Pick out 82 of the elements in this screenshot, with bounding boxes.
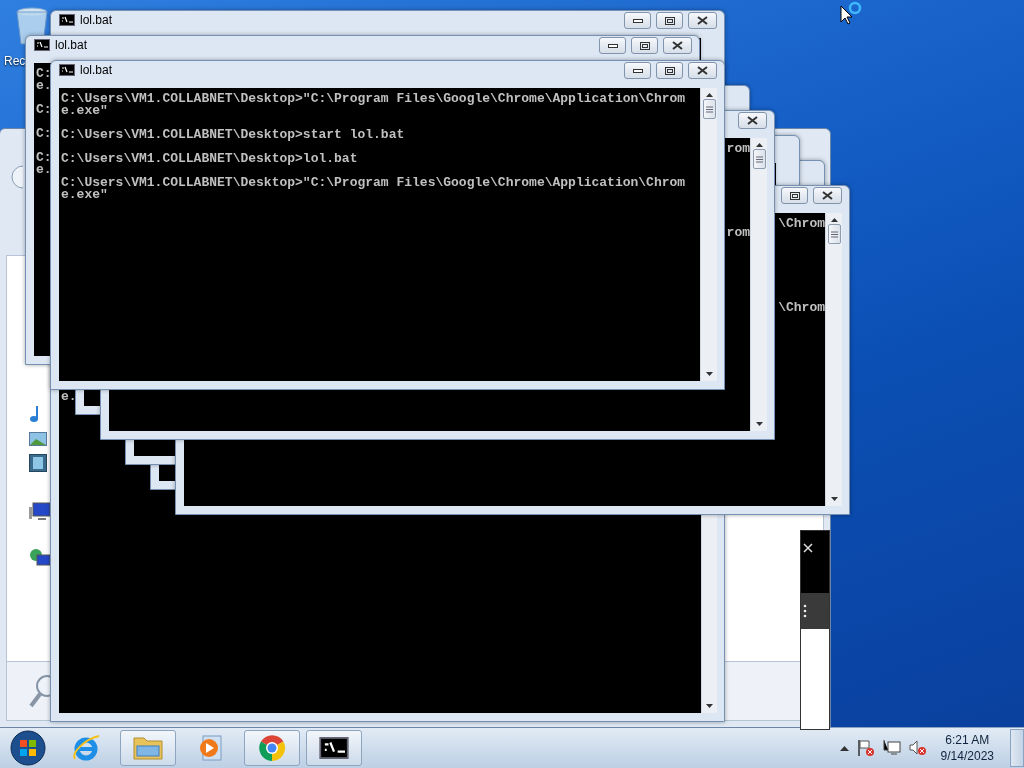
terminal-icon bbox=[59, 14, 75, 26]
console-line: \Chrom bbox=[778, 302, 825, 314]
window-title: lol.bat bbox=[80, 62, 113, 78]
scroll-up-icon[interactable] bbox=[755, 143, 763, 147]
start-orb-icon bbox=[10, 730, 46, 766]
console-line: C: bbox=[36, 68, 52, 80]
console-line: C:\Users\VM1.COLLABNET\Desktop>start lol.bat bbox=[61, 129, 405, 141]
browser-icon bbox=[71, 733, 101, 763]
clock-date[interactable]: 9/14/2023 bbox=[940, 749, 994, 763]
minimize-icon bbox=[607, 43, 618, 48]
scroll-thumb[interactable] bbox=[752, 149, 766, 169]
close-button[interactable] bbox=[738, 112, 767, 129]
show-hidden-icons-button[interactable] bbox=[839, 745, 849, 751]
terminal-icon bbox=[319, 737, 349, 759]
busy-cursor-icon bbox=[839, 0, 863, 26]
close-icon[interactable] bbox=[803, 543, 813, 553]
folder-icon bbox=[132, 734, 164, 762]
console-line: C:\Users\VM1.COLLABNET\Desktop>lol.bat bbox=[61, 153, 358, 165]
network-icon[interactable] bbox=[882, 739, 901, 757]
terminal-icon bbox=[59, 64, 75, 76]
minimize-icon bbox=[632, 18, 643, 23]
console-line: e. bbox=[61, 391, 77, 403]
close-icon bbox=[747, 116, 758, 125]
console-line: C: bbox=[36, 152, 52, 164]
scroll-down-icon[interactable] bbox=[830, 497, 838, 501]
close-button[interactable] bbox=[813, 187, 842, 204]
maximize-icon bbox=[639, 41, 650, 50]
close-icon bbox=[697, 66, 708, 75]
console-line: rom bbox=[726, 227, 750, 239]
desktop-icon-label[interactable]: Rec bbox=[4, 54, 26, 68]
computer-icon[interactable] bbox=[29, 502, 51, 522]
maximize-button[interactable] bbox=[656, 62, 683, 79]
scrollbar[interactable] bbox=[700, 88, 717, 381]
maximize-button[interactable] bbox=[781, 187, 808, 204]
minimize-button[interactable] bbox=[599, 37, 626, 54]
window-title: lol.bat bbox=[80, 12, 113, 28]
close-button[interactable] bbox=[688, 62, 717, 79]
scroll-down-icon[interactable] bbox=[706, 704, 713, 708]
scroll-up-icon[interactable] bbox=[705, 93, 713, 97]
maximize-icon bbox=[789, 191, 800, 200]
maximize-button[interactable] bbox=[631, 37, 658, 54]
maximize-icon bbox=[664, 16, 675, 25]
console-line: C: bbox=[36, 104, 52, 116]
close-icon bbox=[822, 191, 833, 200]
minimize-button[interactable] bbox=[624, 62, 651, 79]
more-icon[interactable] bbox=[803, 604, 807, 618]
console-line: rom bbox=[726, 143, 750, 155]
scrollbar[interactable] bbox=[825, 213, 842, 506]
terminal-icon bbox=[34, 39, 50, 51]
scroll-up-icon[interactable] bbox=[830, 218, 838, 222]
film-icon[interactable] bbox=[29, 454, 47, 472]
scroll-down-icon[interactable] bbox=[755, 422, 763, 426]
console-line: C:\Users\VM1.COLLABNET\Desktop>"C:\Program Files\Google\Chrome\Application\Chrom bbox=[61, 93, 686, 105]
flag-error-icon[interactable] bbox=[856, 739, 875, 757]
console-line: e. bbox=[36, 80, 52, 92]
scroll-thumb[interactable] bbox=[827, 224, 841, 244]
network-icon[interactable] bbox=[29, 548, 51, 568]
caret-up-icon bbox=[839, 745, 849, 751]
browser-icon bbox=[256, 732, 288, 764]
console-line: e. bbox=[36, 164, 52, 176]
taskbar-button[interactable] bbox=[306, 730, 362, 766]
console-line: \Chrom bbox=[778, 218, 825, 230]
scroll-thumb[interactable] bbox=[702, 99, 716, 119]
console-line: C:\Users\VM1.COLLABNET\Desktop>"C:\Program Files\Google\Chrome\Application\Chrom bbox=[61, 177, 686, 189]
close-button[interactable] bbox=[663, 37, 692, 54]
minimize-button[interactable] bbox=[624, 12, 651, 29]
maximize-icon bbox=[664, 66, 675, 75]
console-line: e.exe" bbox=[61, 105, 108, 117]
minimize-icon bbox=[632, 68, 643, 73]
console-line: C: bbox=[36, 128, 52, 140]
scrollbar[interactable] bbox=[750, 138, 767, 431]
clock-time[interactable]: 6:21 AM bbox=[945, 733, 990, 747]
close-icon bbox=[672, 41, 683, 50]
close-button[interactable] bbox=[688, 12, 717, 29]
console-line: e.exe" bbox=[61, 189, 108, 201]
scroll-down-icon[interactable] bbox=[705, 372, 713, 376]
close-icon bbox=[697, 16, 708, 25]
maximize-button[interactable] bbox=[656, 12, 683, 29]
window-title: lol.bat bbox=[55, 37, 88, 53]
speaker-muted-icon[interactable] bbox=[908, 739, 927, 757]
play-icon bbox=[197, 734, 223, 762]
scrollbar[interactable] bbox=[701, 513, 717, 713]
